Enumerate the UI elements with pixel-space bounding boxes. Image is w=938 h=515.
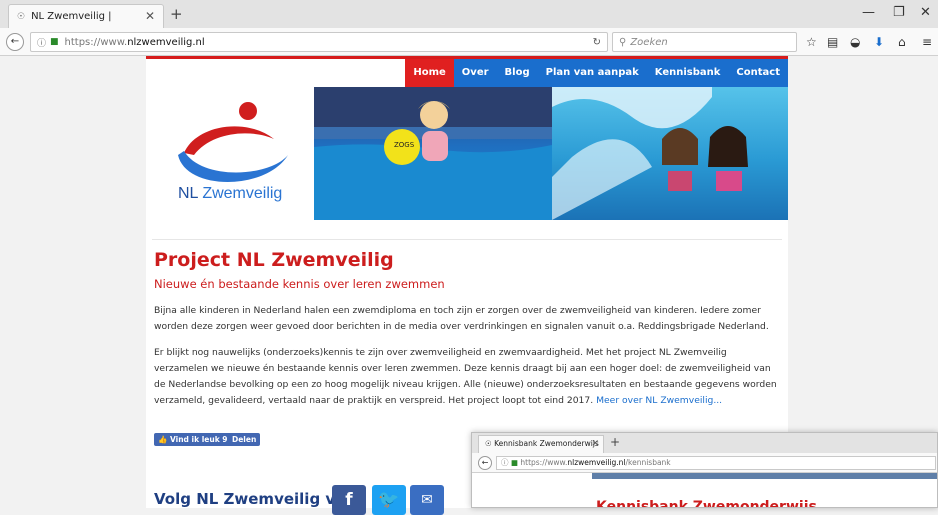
browser-nav-bar: ← ⓘ ■ https://www. nlzwemveilig.nl ↻ ⚲ Z… [0,28,938,56]
second-browser-tab[interactable]: ☉ Kennisbank Zwemonderwijs ✕ [478,435,604,453]
facebook-share-button[interactable]: Delen [228,433,261,446]
minimize-icon[interactable]: — [862,5,875,20]
logo-head [239,102,257,120]
close-tab-icon[interactable]: ✕ [145,9,155,23]
second-url-path: /kennisbank [625,458,671,467]
menu-item-contact[interactable]: Contact [728,59,788,87]
second-favicon-icon: ☉ [485,439,495,448]
intro-paragraph-1: Bijna alle kinderen in Nederland halen e… [154,305,769,332]
second-close-tab-icon[interactable]: ✕ [591,436,599,452]
search-placeholder: Zoeken [630,36,668,48]
second-url-prefix: https://www. [520,458,568,467]
new-tab-icon[interactable]: + [170,5,183,23]
menu-item-over[interactable]: Over [453,59,497,87]
second-nav-bar: ← ⓘ ■ https://www.nlzwemveilig.nl/kennis… [472,453,937,473]
hero-image-1-drawing: ZOGS [314,87,552,220]
address-bar[interactable]: ⓘ ■ https://www. nlzwemveilig.nl ↻ [30,32,608,52]
hero-image-2-drawing [552,87,748,220]
favicon-icon: ☉ [17,11,26,22]
menu-hamburger-icon[interactable]: ≡ [922,35,932,49]
divider [152,239,782,240]
second-tab-bar: ☉ Kennisbank Zwemonderwijs ✕ + [472,433,937,453]
intro-paragraph-2: Er blijkt nog nauwelijks (onderzoeks)ken… [154,345,780,409]
logo-blue-arc [178,151,288,182]
like-label: Vind ik leuk 9 [169,435,228,444]
lock-icon: ■ [50,37,59,47]
library-icon[interactable]: ▤ [827,35,838,49]
second-back-arrow-icon[interactable]: ← [478,456,492,470]
hero-image-girls-splashing [552,87,788,220]
tab-title: NL Zwemveilig | [31,11,112,22]
follow-label: Volg NL Zwemveilig via: [154,490,357,508]
second-browser-window[interactable]: ☉ Kennisbank Zwemonderwijs ✕ + ← ⓘ ■ htt… [471,432,938,508]
restore-icon[interactable]: ❐ [893,5,905,20]
logo-text-zwemveilig: Zwemveilig [202,185,283,202]
logo-red-arc [184,126,274,155]
menu-item-kennisbank[interactable]: Kennisbank [646,59,729,87]
second-info-icon: ⓘ [501,458,511,467]
second-address-bar[interactable]: ⓘ ■ https://www.nlzwemveilig.nl/kennisba… [496,456,936,470]
bookmark-star-icon[interactable]: ☆ [806,35,817,49]
menu-item-blog[interactable]: Blog [496,59,538,87]
pocket-icon[interactable]: ◒ [850,35,860,49]
hero-image-girl-with-ball: ZOGS [314,87,552,220]
url-domain: nlzwemveilig.nl [127,36,205,48]
browser-tab-bar: ☉ NL Zwemveilig | ✕ + — ❐ ✕ [0,0,938,28]
window-close-icon[interactable]: ✕ [920,5,931,20]
logo-text: NL Zwemveilig [178,185,282,203]
menu-item-home[interactable]: Home [405,59,454,87]
search-icon: ⚲ [619,36,627,48]
menu-item-plan-van-aanpak[interactable]: Plan van aanpak [537,59,647,87]
thumbs-up-icon: 👍 [158,435,168,444]
download-icon[interactable]: ⬇ [874,35,884,49]
facebook-like-button[interactable]: 👍 Vind ik leuk 9 [154,433,232,446]
twitter-icon[interactable]: 🐦 [372,485,406,515]
facebook-icon[interactable]: f [332,485,366,515]
url-prefix: https://www. [64,36,128,48]
second-lock-icon: ■ [510,458,521,467]
second-page-header-strip [592,473,937,479]
second-url-domain: nlzwemveilig.nl [567,458,626,467]
page-subtitle: Nieuwe én bestaande kennis over leren zw… [154,277,445,291]
newsletter-icon[interactable]: ✉ [410,485,444,515]
back-arrow-icon[interactable]: ← [6,33,24,51]
second-tab-title: Kennisbank Zwemonderwijs [494,439,599,448]
info-icon[interactable]: ⓘ [37,36,46,49]
home-icon[interactable]: ⌂ [898,35,906,49]
more-link[interactable]: Meer over NL Zwemveilig... [596,395,722,406]
second-page-heading: Kennisbank Zwemonderwijs [596,499,817,508]
logo-text-nl: NL [178,185,198,202]
search-input[interactable]: ⚲ Zoeken [612,32,797,52]
browser-tab-active[interactable]: ☉ NL Zwemveilig | ✕ [8,4,164,28]
reload-icon[interactable]: ↻ [593,37,601,48]
svg-text:ZOGS: ZOGS [394,141,415,149]
second-new-tab-icon[interactable]: + [610,435,620,449]
main-menu: Home Over Blog Plan van aanpak Kennisban… [405,59,788,87]
page-title: Project NL Zwemveilig [154,249,394,271]
